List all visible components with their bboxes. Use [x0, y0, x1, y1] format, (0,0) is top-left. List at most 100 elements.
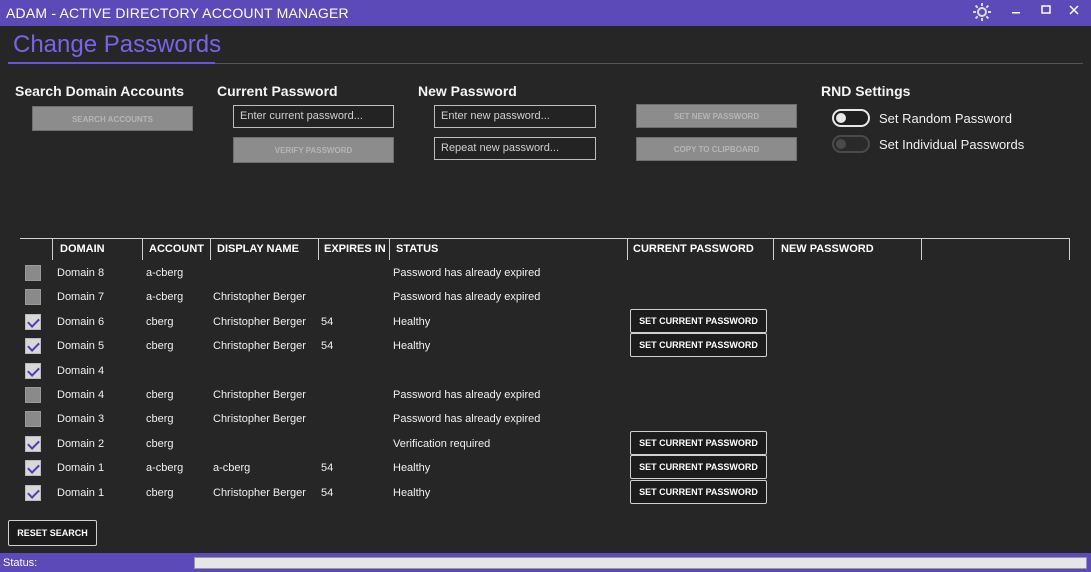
cell-status: Healthy: [393, 340, 431, 352]
cell-account: cberg: [146, 487, 174, 499]
cell-display-name: Christopher Berger: [213, 413, 306, 425]
row-checkbox[interactable]: [25, 411, 41, 427]
column-separator: [921, 238, 922, 260]
cell-status: Password has already expired: [393, 291, 541, 303]
search-section-title: Search Domain Accounts: [15, 83, 185, 99]
cell-expires-in: 54: [321, 340, 334, 352]
cell-status: Healthy: [393, 462, 431, 474]
column-header-current-password[interactable]: CURRENT PASSWORD: [633, 243, 754, 255]
column-header-display-name[interactable]: DISPLAY NAME: [217, 243, 299, 255]
row-checkbox[interactable]: [25, 363, 41, 379]
cell-display-name: Christopher Berger: [213, 291, 306, 303]
cell-account: cberg: [146, 413, 174, 425]
cell-account: cberg: [146, 438, 174, 450]
cell-status: Password has already expired: [393, 267, 541, 279]
new-password-title: New Password: [418, 83, 517, 99]
cell-display-name: Christopher Berger: [213, 389, 306, 401]
current-password-input[interactable]: Enter current password...: [233, 105, 394, 128]
divider: [215, 63, 1083, 64]
cell-domain: Domain 6: [57, 316, 105, 328]
column-header-expires-in[interactable]: EXPIRES IN: [324, 243, 386, 255]
title-bar: ADAM - ACTIVE DIRECTORY ACCOUNT MANAGER: [0, 0, 1091, 26]
cell-account: a-cberg: [146, 462, 184, 474]
minimize-icon[interactable]: [1006, 3, 1026, 20]
random-password-toggle[interactable]: [832, 109, 870, 127]
cell-status: Healthy: [393, 487, 431, 499]
row-checkbox[interactable]: [25, 265, 41, 281]
table-header-rule: [20, 238, 1070, 239]
column-separator: [142, 238, 143, 260]
page-title-underline: [8, 62, 215, 64]
row-checkbox[interactable]: [25, 314, 41, 330]
set-current-password-button[interactable]: SET CURRENT PASSWORD: [630, 431, 767, 455]
window-title: ADAM - ACTIVE DIRECTORY ACCOUNT MANAGER: [6, 5, 349, 21]
cell-domain: Domain 4: [57, 365, 105, 377]
cell-expires-in: 54: [321, 487, 334, 499]
reset-search-button[interactable]: RESET SEARCH: [8, 520, 97, 546]
cell-status: Password has already expired: [393, 389, 541, 401]
individual-password-label: Set Individual Passwords: [879, 137, 1025, 152]
cell-account: cberg: [146, 340, 174, 352]
cell-status: Healthy: [393, 316, 431, 328]
page-title: Change Passwords: [13, 31, 222, 58]
cell-account: cberg: [146, 316, 174, 328]
column-separator: [210, 238, 211, 260]
column-header-status[interactable]: STATUS: [396, 243, 438, 255]
cell-expires-in: 54: [321, 462, 334, 474]
verify-password-button[interactable]: VERIFY PASSWORD: [233, 137, 394, 163]
column-header-domain[interactable]: DOMAIN: [60, 243, 105, 255]
set-new-password-button[interactable]: SET NEW PASSWORD: [636, 104, 797, 128]
column-separator: [318, 238, 319, 260]
toggle-knob: [836, 139, 846, 149]
row-checkbox[interactable]: [25, 289, 41, 305]
cell-domain: Domain 3: [57, 413, 105, 425]
close-icon[interactable]: [1064, 3, 1084, 20]
cell-account: cberg: [146, 389, 174, 401]
current-password-title: Current Password: [217, 83, 338, 99]
copy-to-clipboard-button[interactable]: COPY TO CLIPBOARD: [636, 137, 797, 161]
column-header-new-password[interactable]: NEW PASSWORD: [781, 243, 874, 255]
individual-password-toggle[interactable]: [832, 135, 870, 153]
toggle-knob: [836, 113, 846, 123]
column-separator: [52, 238, 53, 260]
cell-account: a-cberg: [146, 291, 184, 303]
cell-display-name: Christopher Berger: [213, 340, 306, 352]
cell-domain: Domain 5: [57, 340, 105, 352]
set-current-password-button[interactable]: SET CURRENT PASSWORD: [630, 309, 767, 333]
set-current-password-button[interactable]: SET CURRENT PASSWORD: [630, 455, 767, 479]
set-current-password-button[interactable]: SET CURRENT PASSWORD: [630, 480, 767, 504]
cell-domain: Domain 7: [57, 291, 105, 303]
repeat-password-input[interactable]: Repeat new password...: [434, 137, 596, 160]
cell-display-name: a-cberg: [213, 462, 251, 474]
cell-domain: Domain 1: [57, 462, 105, 474]
column-separator: [627, 238, 628, 260]
maximize-icon[interactable]: [1036, 3, 1056, 20]
cell-status: Password has already expired: [393, 413, 541, 425]
rnd-settings-title: RND Settings: [821, 83, 911, 99]
cell-display-name: Christopher Berger: [213, 487, 306, 499]
new-password-input[interactable]: Enter new password...: [434, 105, 596, 128]
cell-domain: Domain 8: [57, 267, 105, 279]
row-checkbox[interactable]: [25, 485, 41, 501]
column-header-account[interactable]: ACCOUNT: [149, 243, 204, 255]
row-checkbox[interactable]: [25, 338, 41, 354]
search-accounts-button[interactable]: SEARCH ACCOUNTS: [32, 106, 193, 131]
column-separator: [1069, 238, 1070, 260]
row-checkbox[interactable]: [25, 460, 41, 476]
cell-domain: Domain 1: [57, 487, 105, 499]
cell-domain: Domain 4: [57, 389, 105, 401]
gear-icon[interactable]: [972, 2, 992, 25]
cell-display-name: Christopher Berger: [213, 316, 306, 328]
status-label: Status:: [3, 557, 38, 569]
row-checkbox[interactable]: [25, 436, 41, 452]
random-password-label: Set Random Password: [879, 111, 1012, 126]
set-current-password-button[interactable]: SET CURRENT PASSWORD: [630, 333, 767, 357]
column-separator: [773, 238, 774, 260]
row-checkbox[interactable]: [25, 387, 41, 403]
progress-bar: [194, 557, 1087, 569]
cell-expires-in: 54: [321, 316, 334, 328]
cell-domain: Domain 2: [57, 438, 105, 450]
cell-account: a-cberg: [146, 267, 184, 279]
column-separator: [389, 238, 390, 260]
cell-status: Verification required: [393, 438, 491, 450]
